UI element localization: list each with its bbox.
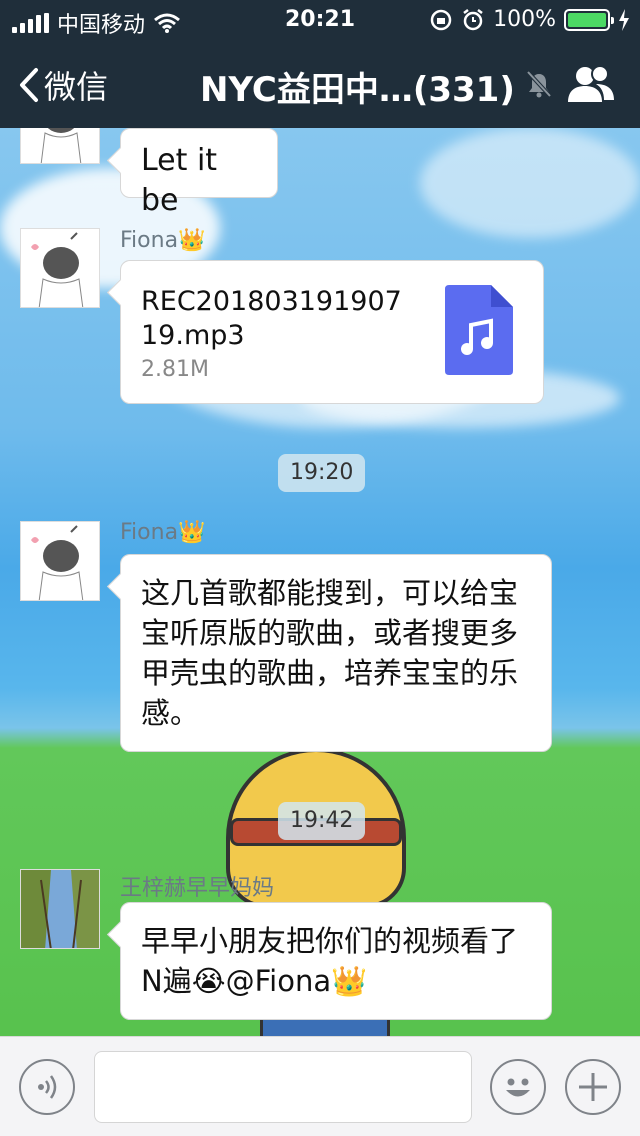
back-button[interactable]: 微信 bbox=[18, 62, 108, 108]
avatar[interactable] bbox=[20, 869, 100, 949]
back-chevron-icon bbox=[20, 68, 38, 102]
voice-icon bbox=[38, 1075, 57, 1099]
plus-icon bbox=[579, 1073, 607, 1101]
alarm-icon bbox=[463, 8, 483, 30]
battery-percent: 100% bbox=[493, 7, 556, 32]
mute-bell-icon bbox=[526, 70, 552, 98]
avatar[interactable] bbox=[20, 228, 100, 308]
group-members-icon[interactable] bbox=[566, 64, 616, 104]
message-text: 早早小朋友把你们的视频看了N遍😭@Fiona👑 bbox=[141, 924, 519, 998]
file-message-bubble[interactable]: REC20180319190719.mp3 2.81M bbox=[120, 260, 544, 404]
message-bubble[interactable]: Let it be bbox=[120, 128, 278, 218]
back-label: 微信 bbox=[44, 68, 109, 106]
header: 中国移动 20:21 100% 微信 NYC益田中…(331) bbox=[0, 0, 640, 128]
chat-title: NYC益田中…(331) bbox=[200, 70, 515, 110]
crown-emoji: 👑 bbox=[178, 228, 206, 253]
input-bar bbox=[0, 1036, 640, 1136]
sender-name: Fiona👑 bbox=[120, 520, 206, 545]
timestamp: 19:42 bbox=[278, 802, 366, 840]
status-right: 100% bbox=[429, 7, 630, 32]
sender-name: 王梓赫早早妈妈 bbox=[120, 876, 275, 901]
music-file-icon bbox=[445, 285, 513, 375]
avatar[interactable] bbox=[20, 128, 100, 164]
sender-name: Fiona👑 bbox=[120, 228, 206, 253]
message-text: Let it be bbox=[141, 143, 218, 218]
timestamp: 19:20 bbox=[278, 454, 366, 492]
sketch-girl-avatar-image bbox=[31, 232, 84, 307]
emoji-button[interactable] bbox=[490, 1059, 546, 1115]
file-size: 2.81M bbox=[141, 357, 209, 382]
emoji-icon bbox=[506, 1078, 530, 1097]
file-name: REC20180319190719.mp3 bbox=[141, 286, 402, 351]
charging-icon bbox=[619, 8, 629, 31]
sketch-girl-avatar-image bbox=[40, 128, 82, 163]
message-bubble[interactable]: 早早小朋友把你们的视频看了N遍😭@Fiona👑 bbox=[120, 902, 552, 1020]
message-text: 这几首歌都能搜到，可以给宝宝听原版的歌曲，或者搜更多甲壳虫的歌曲，培养宝宝的乐感… bbox=[141, 576, 519, 730]
wallpaper-cloud bbox=[420, 128, 640, 238]
voice-button[interactable] bbox=[19, 1059, 75, 1115]
message-bubble[interactable]: 这几首歌都能搜到，可以给宝宝听原版的歌曲，或者搜更多甲壳虫的歌曲，培养宝宝的乐感… bbox=[120, 554, 552, 752]
avatar[interactable] bbox=[20, 521, 100, 601]
sketch-girl-avatar-image bbox=[31, 525, 84, 600]
trees-avatar-image bbox=[21, 870, 99, 948]
lock-rotation-icon bbox=[430, 9, 452, 30]
crown-emoji: 👑 bbox=[178, 520, 206, 545]
more-button[interactable] bbox=[565, 1059, 621, 1115]
status-bar: 中国移动 20:21 100% bbox=[0, 0, 640, 40]
navigation-bar: 微信 NYC益田中…(331) bbox=[0, 40, 640, 128]
message-input[interactable] bbox=[94, 1051, 472, 1123]
battery-icon bbox=[564, 8, 614, 31]
chat-area[interactable]: Let it be Fiona👑 REC20180319190719.mp3 2… bbox=[0, 128, 640, 1036]
